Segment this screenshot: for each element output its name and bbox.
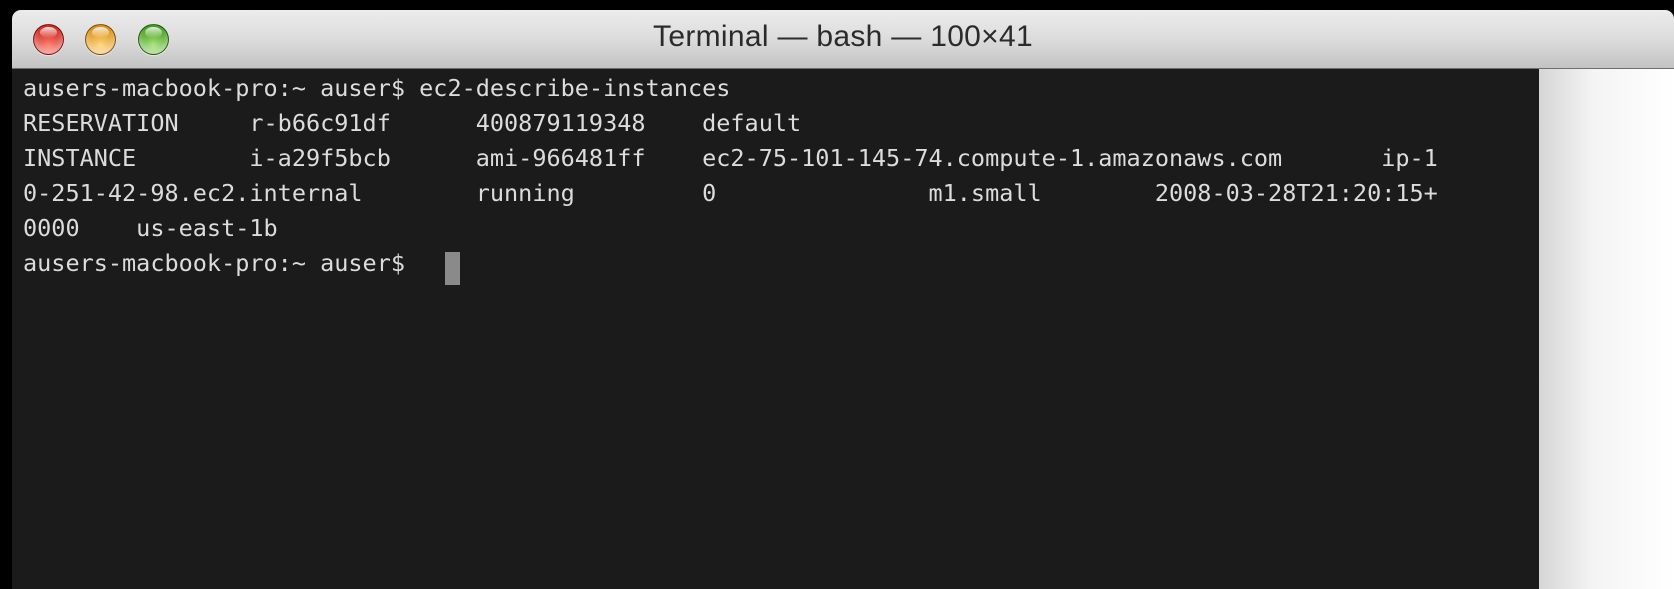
scrollbar[interactable]: [1539, 69, 1674, 589]
title-bar[interactable]: Terminal — bash — 100×41: [12, 10, 1674, 69]
output-line-instance-wrap-1: 0-251-42-98.ec2.internal running 0 m1.sm…: [23, 179, 1438, 207]
window-title: Terminal — bash — 100×41: [653, 20, 1033, 53]
output-line-reservation: RESERVATION r-b66c91df 400879119348 defa…: [23, 109, 802, 137]
terminal-output[interactable]: ausers-macbook-pro:~ auser$ ec2-describe…: [12, 69, 1539, 589]
prompt-line: ausers-macbook-pro:~ auser$: [23, 249, 420, 277]
text-cursor: [445, 252, 460, 285]
output-line-instance: INSTANCE i-a29f5bcb ami-966481ff ec2-75-…: [23, 144, 1438, 172]
prompt-command-line: ausers-macbook-pro:~ auser$ ec2-describe…: [23, 74, 731, 102]
terminal-window: Terminal — bash — 100×41 ausers-macbook-…: [12, 10, 1674, 589]
output-line-instance-wrap-2: 0000 us-east-1b: [23, 214, 278, 242]
